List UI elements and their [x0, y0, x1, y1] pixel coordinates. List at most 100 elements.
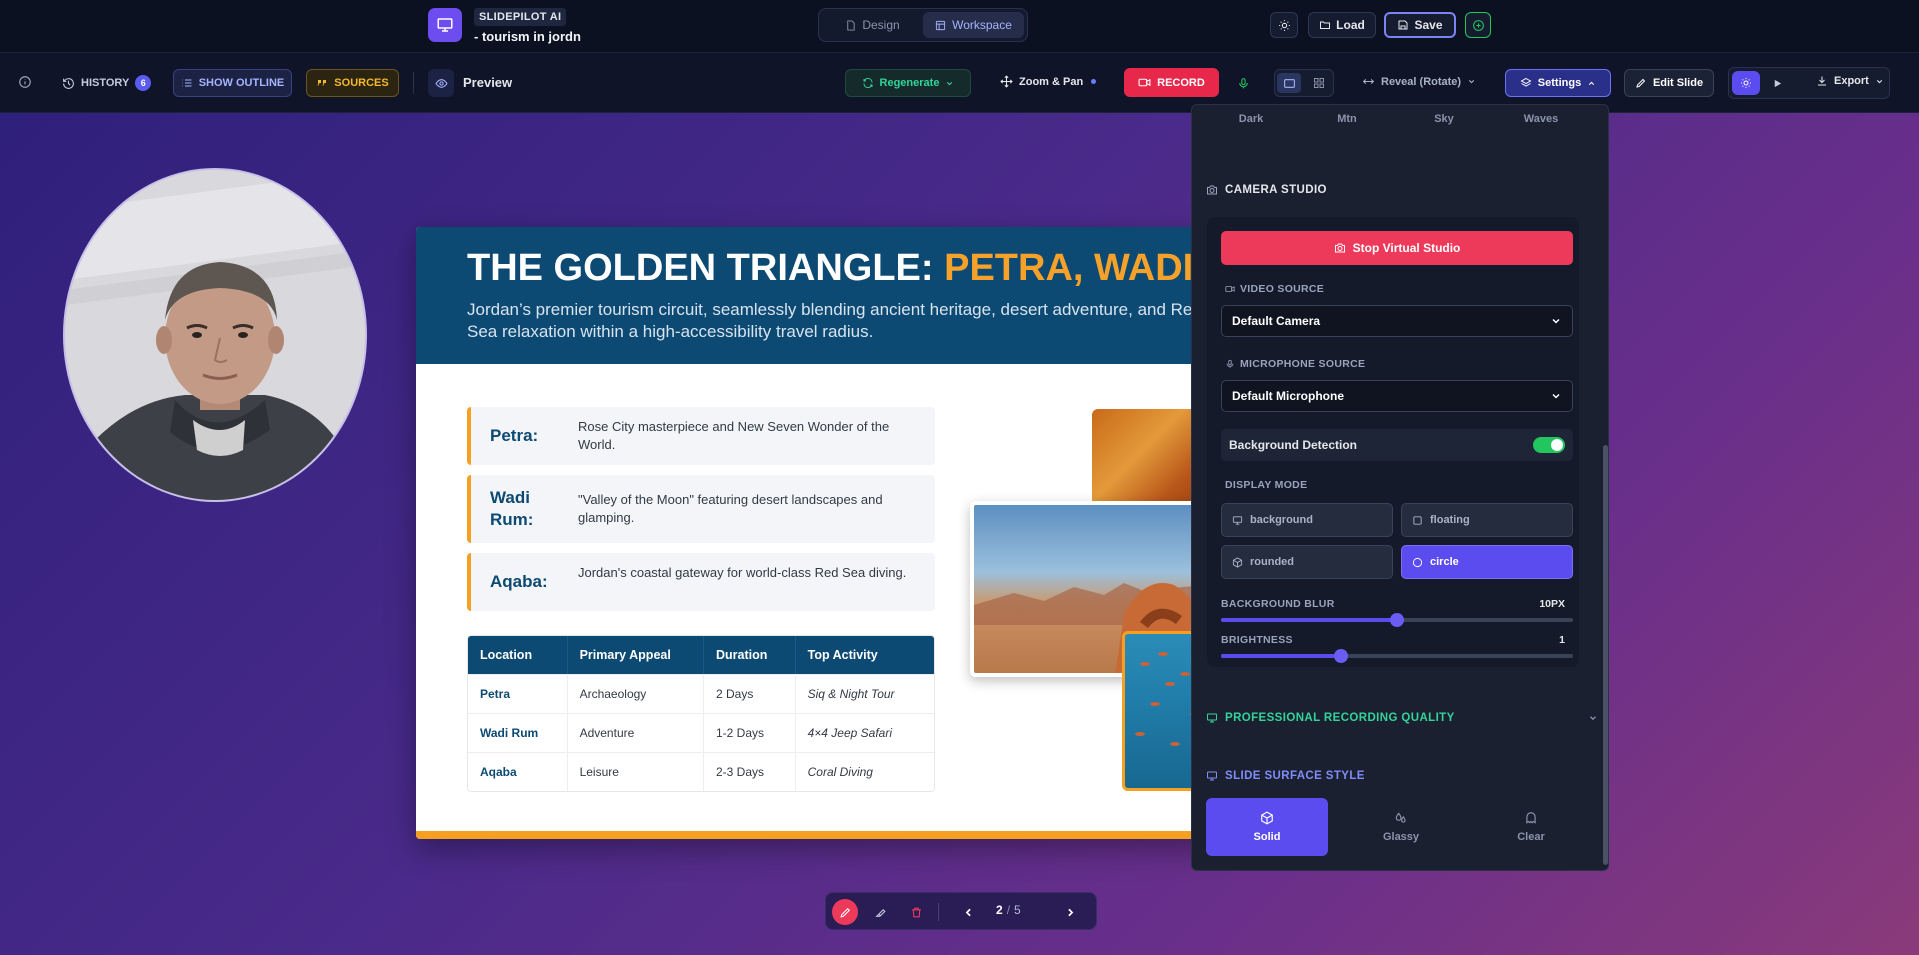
background-detection-row: Background Detection — [1221, 429, 1573, 461]
zoom-pan-button[interactable]: Zoom & Pan — [1000, 75, 1097, 88]
card-label: Aqaba: — [490, 572, 548, 591]
view-switcher: Design Workspace — [818, 8, 1028, 42]
transition-dropdown[interactable]: Reveal (Rotate) — [1362, 75, 1476, 88]
previous-slide-button[interactable] — [956, 900, 980, 924]
show-outline-button[interactable]: SHOW OUTLINE — [173, 69, 292, 97]
history-button[interactable]: HISTORY 6 — [62, 75, 152, 91]
video-source-select[interactable]: Default Camera — [1221, 305, 1573, 337]
edit-slide-label: Edit Slide — [1652, 77, 1704, 89]
export-button[interactable]: Export — [1816, 75, 1884, 87]
info-button[interactable] — [18, 75, 32, 89]
brightness-value: 1 — [1559, 634, 1565, 646]
swatch-dark[interactable]: Dark — [1216, 113, 1286, 125]
regenerate-button[interactable]: Regenerate — [845, 69, 971, 97]
video-source-text: VIDEO SOURCE — [1240, 283, 1325, 295]
project-title[interactable]: - tourism in jordn — [474, 29, 581, 44]
swatch-sky[interactable]: Sky — [1409, 113, 1479, 125]
card-text: "Valley of the Moon" featuring desert la… — [578, 492, 883, 525]
save-button[interactable]: Save — [1384, 12, 1456, 38]
slide-surface-style-heading: SLIDE SURFACE STYLE — [1206, 770, 1365, 782]
panel-scrollbar[interactable] — [1603, 445, 1608, 865]
camera-studio-heading: CAMERA STUDIO — [1206, 184, 1327, 196]
table-cell: Leisure — [568, 753, 704, 791]
settings-button[interactable]: Settings — [1505, 69, 1611, 97]
mode-rounded-button[interactable]: rounded — [1221, 545, 1393, 579]
zoom-pan-label: Zoom & Pan — [1019, 75, 1084, 88]
history-count-badge: 6 — [135, 75, 152, 91]
sources-button[interactable]: SOURCES — [306, 69, 399, 97]
table-cell: Siq & Night Tour — [807, 687, 895, 701]
ghost-icon — [1526, 812, 1536, 824]
app-logo[interactable] — [428, 8, 462, 42]
theme-toggle-button[interactable] — [1270, 12, 1298, 38]
chevron-up-icon — [1589, 81, 1595, 85]
swatch-waves[interactable]: Waves — [1506, 113, 1576, 125]
folder-icon — [1320, 21, 1331, 29]
arrows-horizontal-icon — [1362, 78, 1375, 85]
play-button[interactable] — [1764, 71, 1790, 95]
camera-icon — [1207, 185, 1217, 195]
single-view-button[interactable] — [1277, 73, 1301, 93]
background-detection-toggle[interactable] — [1533, 437, 1565, 453]
chevron-down-icon — [1552, 393, 1560, 399]
chevron-left-icon — [965, 908, 971, 916]
add-button[interactable] — [1465, 12, 1491, 38]
table-header: Location Primary Appeal Duration Top Act… — [468, 636, 934, 674]
surface-glassy-button[interactable]: Glassy — [1340, 798, 1462, 856]
swatch-label: Sky — [1434, 113, 1454, 125]
monitor-icon — [1207, 713, 1217, 723]
load-button[interactable]: Load — [1308, 12, 1376, 38]
microphone-button[interactable] — [1230, 69, 1256, 97]
surface-solid-button[interactable]: Solid — [1206, 798, 1328, 856]
edit-slide-button[interactable]: Edit Slide — [1624, 69, 1714, 97]
slide-title-highlight: PETRA, WADI RUM, AQABA — [944, 247, 1216, 289]
swatch-label: Waves — [1523, 113, 1559, 125]
highlighter-button[interactable] — [868, 900, 892, 924]
table-cell: Coral Diving — [807, 765, 873, 779]
display-mode-label: DISPLAY MODE — [1225, 479, 1307, 491]
tab-design[interactable]: Design — [822, 12, 923, 38]
mode-floating-button[interactable]: floating — [1401, 503, 1573, 537]
tab-workspace[interactable]: Workspace — [923, 12, 1024, 38]
preview-button[interactable]: Preview — [463, 75, 512, 90]
slider-handle[interactable] — [1390, 613, 1404, 627]
presenter-video — [65, 170, 365, 500]
destination-card-wadi-rum: Wadi Rum: "Valley of the Moon" featuring… — [467, 475, 935, 543]
mode-circle-button[interactable]: circle — [1401, 545, 1573, 579]
plus-circle-icon — [1472, 19, 1484, 31]
next-slide-button[interactable] — [1058, 900, 1082, 924]
pro-recording-quality-label: PROFESSIONAL RECORDING QUALITY — [1225, 712, 1455, 724]
table-cell: Adventure — [568, 714, 704, 752]
camera-feed-bubble[interactable] — [63, 168, 367, 502]
pro-recording-quality-header[interactable]: PROFESSIONAL RECORDING QUALITY — [1206, 712, 1598, 724]
card-text: Jordan's coastal gateway for world-class… — [578, 565, 907, 580]
slide-canvas[interactable]: THE GOLDEN TRIANGLE: PETRA, WADI RUM, AQ… — [416, 227, 1216, 839]
history-icon — [63, 77, 74, 89]
mode-background-button[interactable]: background — [1221, 503, 1393, 537]
microphone-source-select[interactable]: Default Microphone — [1221, 380, 1573, 412]
brightness-slider[interactable] — [1221, 649, 1573, 663]
video-camera-icon — [1138, 78, 1151, 87]
camera-studio-card: Stop Virtual Studio VIDEO SOURCE Default… — [1207, 217, 1579, 667]
slider-fill — [1221, 618, 1397, 622]
grid-view-button[interactable] — [1307, 73, 1331, 93]
stop-virtual-studio-button[interactable]: Stop Virtual Studio — [1221, 231, 1573, 265]
mode-label: background — [1250, 514, 1313, 526]
swatch-mtn[interactable]: Mtn — [1312, 113, 1382, 125]
export-label: Export — [1834, 75, 1869, 87]
background-blur-slider[interactable] — [1221, 613, 1573, 627]
save-icon — [1398, 20, 1408, 30]
clear-drawing-button[interactable] — [904, 900, 928, 924]
current-slide: 2 — [996, 903, 1003, 917]
pencil-icon — [839, 907, 850, 918]
video-source-value: Default Camera — [1232, 314, 1321, 328]
table-cell: Aqaba — [468, 753, 568, 791]
record-button[interactable]: RECORD — [1124, 68, 1219, 97]
draw-button[interactable] — [832, 899, 858, 925]
surface-clear-button[interactable]: Clear — [1470, 798, 1592, 856]
destination-card-petra: Petra: Rose City masterpiece and New Sev… — [467, 407, 935, 465]
presenter-theme-button[interactable] — [1732, 71, 1760, 95]
preview-eye-button[interactable] — [428, 69, 454, 97]
slider-handle[interactable] — [1333, 649, 1348, 663]
monitor-icon — [1207, 771, 1217, 781]
